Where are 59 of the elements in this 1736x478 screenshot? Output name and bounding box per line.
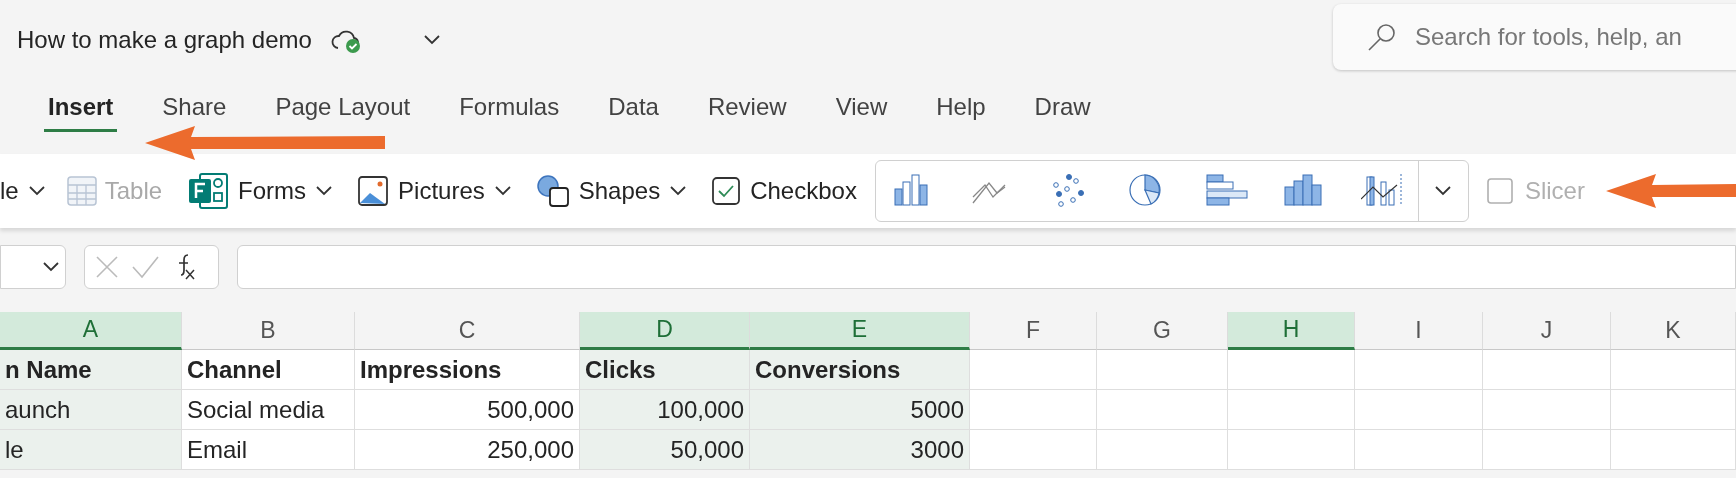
formula-input[interactable] — [237, 245, 1736, 289]
ribbon-tab[interactable]: Review — [703, 89, 791, 132]
chevron-down-icon — [423, 35, 440, 45]
column-header[interactable]: H — [1228, 312, 1355, 350]
table-cell: le — [0, 430, 182, 470]
chevron-down-icon — [28, 186, 45, 196]
forms-button[interactable]: Forms — [188, 173, 333, 209]
ribbon-tab[interactable]: Draw — [1030, 89, 1095, 132]
table-cell: 100,000 — [580, 390, 750, 430]
search-icon — [1367, 22, 1397, 52]
ribbon-tab[interactable]: Page Layout — [271, 89, 415, 132]
table-cell: Conversions — [750, 350, 970, 390]
column-header[interactable]: C — [355, 312, 580, 350]
chevron-down-icon — [316, 186, 333, 196]
checkbox-button[interactable]: Checkbox — [712, 173, 857, 209]
column-header[interactable]: F — [970, 312, 1097, 350]
chevron-down-icon — [670, 186, 687, 196]
table-cell: Clicks — [580, 350, 750, 390]
column-header[interactable]: J — [1483, 312, 1611, 350]
chevron-down-icon — [1435, 186, 1452, 196]
confirm-icon[interactable] — [131, 255, 159, 279]
checkbox-icon — [712, 177, 741, 205]
column-header[interactable]: A — [0, 312, 182, 350]
ribbon-tab[interactable]: Insert — [44, 89, 118, 132]
shapes-icon — [536, 175, 569, 207]
ribbon-tab[interactable]: Formulas — [455, 89, 564, 132]
column-header[interactable]: G — [1097, 312, 1228, 350]
table-cell: Email — [182, 430, 355, 470]
chevron-down-icon — [43, 262, 59, 272]
window-title: How to make a graph demo — [17, 25, 312, 55]
table-cell: 50,000 — [580, 430, 750, 470]
table-cell: Channel — [182, 350, 355, 390]
table-cell: Impressions — [355, 350, 580, 390]
column-header[interactable]: K — [1611, 312, 1736, 350]
table-cell: 500,000 — [355, 390, 580, 430]
forms-icon — [188, 173, 229, 209]
picture-icon — [358, 176, 389, 206]
table-cell: 5000 — [750, 390, 970, 430]
column-header[interactable]: I — [1355, 312, 1483, 350]
column-header[interactable]: D — [580, 312, 750, 350]
table-cell: n Name — [0, 350, 182, 390]
search-field[interactable]: Search for tools, help, an — [1333, 4, 1736, 70]
ribbon-tab[interactable]: View — [831, 89, 892, 132]
cancel-icon[interactable] — [95, 255, 119, 279]
table-icon — [66, 176, 97, 206]
shapes-button[interactable]: Shapes — [536, 173, 687, 209]
ribbon-tab[interactable]: Share — [158, 89, 231, 132]
ribbon-tab[interactable]: Data — [604, 89, 663, 132]
pictures-button[interactable]: Pictures — [358, 173, 511, 209]
table-cell: Social media — [182, 390, 355, 430]
table-cell: 250,000 — [355, 430, 580, 470]
ribbon-tab[interactable]: Help — [932, 89, 990, 132]
slicer-icon — [1486, 178, 1513, 204]
column-header[interactable]: B — [182, 312, 355, 350]
ribbon-dropdown-button[interactable]: le — [0, 173, 45, 209]
chevron-down-icon — [494, 186, 511, 196]
column-header[interactable]: E — [750, 312, 970, 350]
table-cell: 3000 — [750, 430, 970, 470]
table-cell: aunch — [0, 390, 182, 430]
